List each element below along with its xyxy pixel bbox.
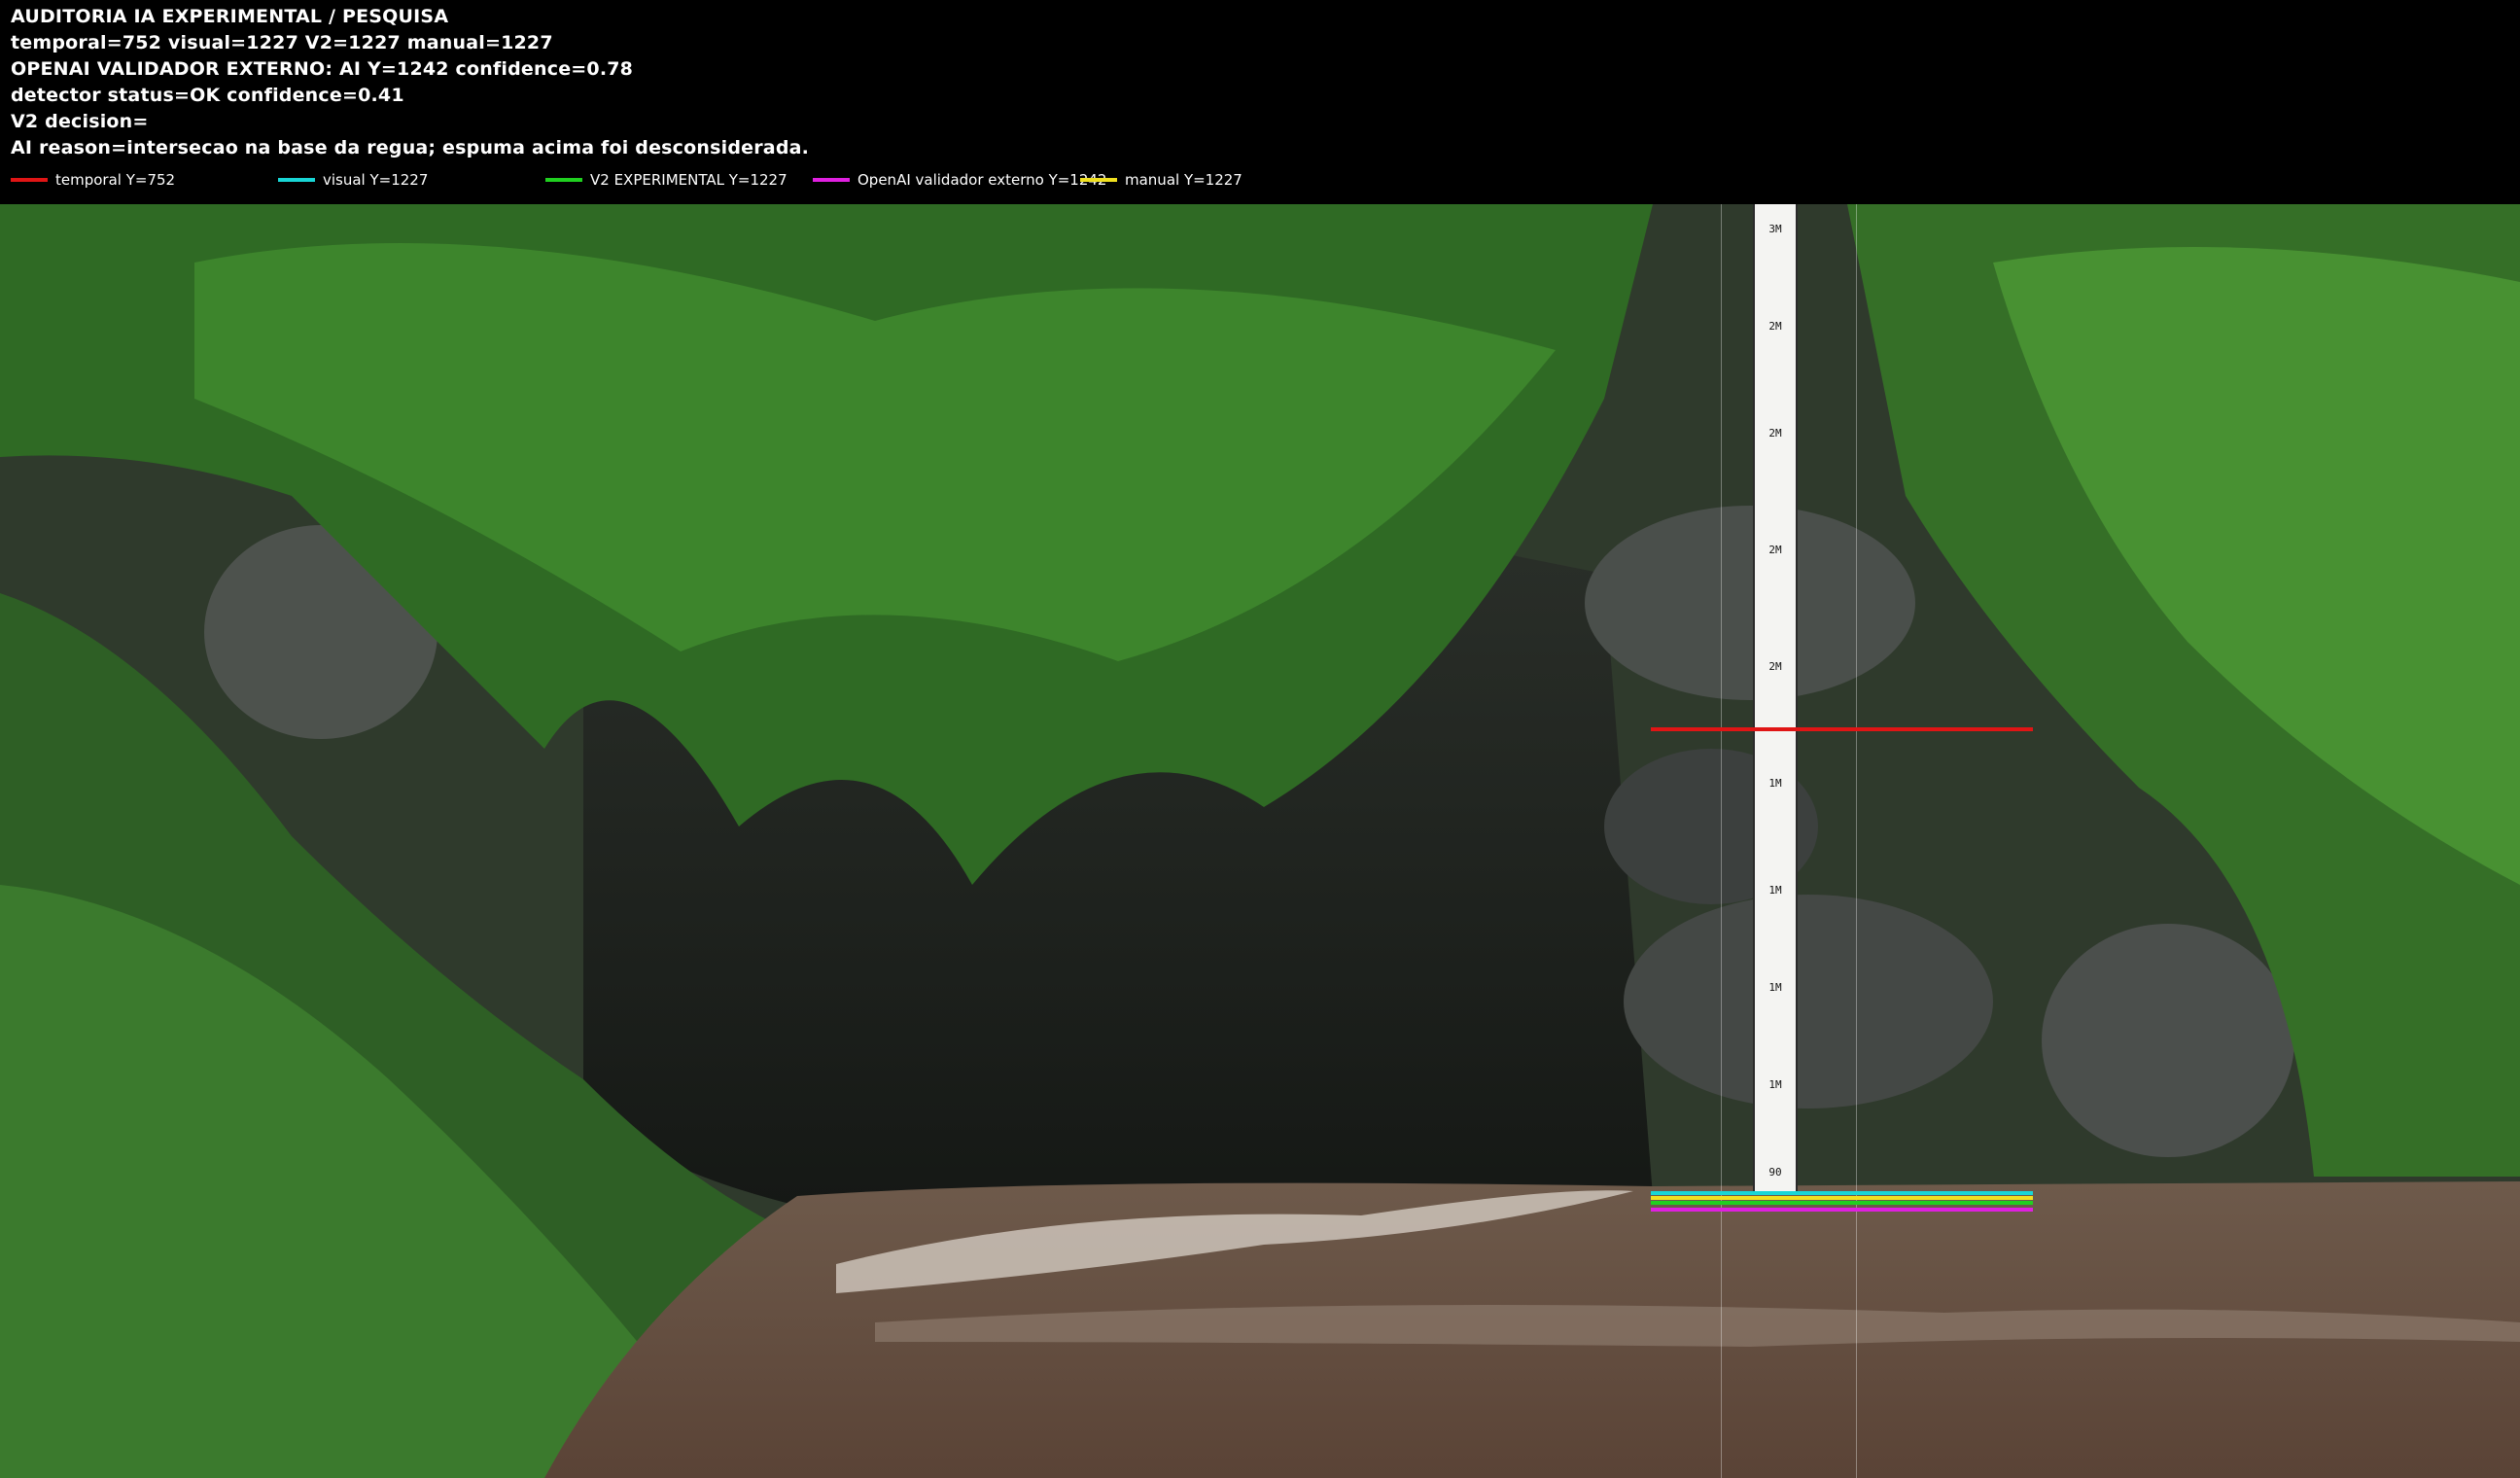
legend-swatch-visual [278, 178, 315, 182]
legend-swatch-openai [813, 178, 850, 182]
visual-level-line [1651, 1191, 2033, 1195]
header-title: AUDITORIA IA EXPERIMENTAL / PESQUISA [11, 6, 449, 27]
header-ai-reason: AI reason=intersecao na base da regua; e… [11, 137, 810, 158]
boulder [1585, 506, 1915, 700]
temporal-level-line [1651, 727, 2033, 731]
gauge-mark: 90 [1768, 1166, 1782, 1179]
gauge-mark: 1M [1768, 981, 1782, 994]
gauge-mark: 1M [1768, 1078, 1782, 1091]
legend-label-openai: OpenAI validador externo Y=1242 [858, 171, 1107, 189]
legend-label-manual: manual Y=1227 [1125, 171, 1242, 189]
legend-manual: manual Y=1227 [1080, 171, 1242, 189]
legend-swatch-manual [1080, 178, 1117, 182]
gauge-mark: 2M [1768, 320, 1782, 333]
openai-level-line [1651, 1208, 2033, 1212]
legend-label-v2: V2 EXPERIMENTAL Y=1227 [590, 171, 788, 189]
gauge-mark: 3M [1768, 223, 1782, 235]
legend-label-visual: visual Y=1227 [323, 171, 429, 189]
staff-gauge: 3M 2M 2M 2M 2M 1M 1M 1M 1M 90 [1753, 204, 1798, 1191]
legend-label-temporal: temporal Y=752 [55, 171, 176, 189]
header-level-readout: temporal=752 visual=1227 V2=1227 manual=… [11, 32, 553, 53]
legend-swatch-v2 [545, 178, 582, 182]
header-openai-validator: OPENAI VALIDADOR EXTERNO: AI Y=1242 conf… [11, 58, 634, 80]
audit-header: AUDITORIA IA EXPERIMENTAL / PESQUISA tem… [0, 0, 2520, 204]
legend-temporal: temporal Y=752 [11, 171, 175, 189]
boulder [1624, 895, 1993, 1108]
river-scene [0, 204, 2520, 1478]
gauge-mark: 2M [1768, 544, 1782, 556]
gauge-mark: 2M [1768, 660, 1782, 673]
legend-visual: visual Y=1227 [278, 171, 428, 189]
legend-swatch-temporal [11, 178, 48, 182]
v2-level-line [1651, 1201, 2033, 1205]
gauge-mark: 2M [1768, 427, 1782, 440]
gauge-mark: 1M [1768, 777, 1782, 790]
gauge-guide-left [1721, 204, 1722, 1478]
boulder [2042, 924, 2294, 1157]
header-detector-status: detector status=OK confidence=0.41 [11, 85, 404, 106]
gauge-mark: 1M [1768, 884, 1782, 897]
header-v2-decision: V2 decision= [11, 111, 149, 132]
camera-frame: 3M 2M 2M 2M 2M 1M 1M 1M 1M 90 [0, 204, 2520, 1478]
gauge-guide-right [1856, 204, 1857, 1478]
manual-level-line [1651, 1196, 2033, 1200]
legend-openai: OpenAI validador externo Y=1242 [813, 171, 1106, 189]
legend-v2: V2 EXPERIMENTAL Y=1227 [545, 171, 788, 189]
